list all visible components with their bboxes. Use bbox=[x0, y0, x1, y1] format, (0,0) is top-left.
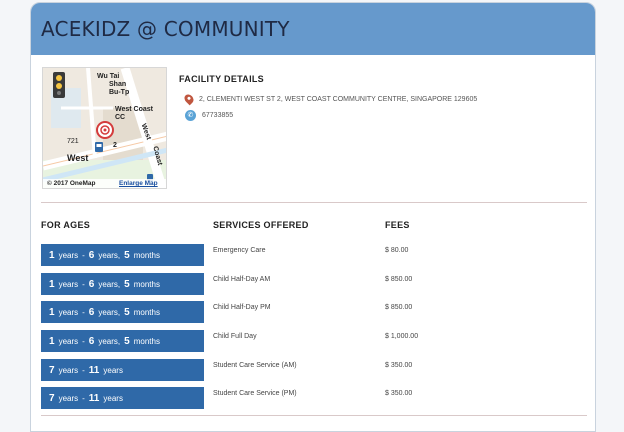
age-months-number: 5 bbox=[124, 249, 130, 261]
service-name: Student Care Service (AM) bbox=[213, 362, 297, 369]
facility-card: ACEKIDZ @ COMMUNITY Wu Tai Shan Bu-Tp We… bbox=[30, 2, 596, 432]
map-label: 721 bbox=[67, 138, 79, 145]
page-title: ACEKIDZ @ COMMUNITY bbox=[41, 17, 290, 41]
map-label: Shan bbox=[109, 81, 127, 88]
enlarge-map-link[interactable]: Enlarge Map bbox=[119, 180, 158, 188]
age-separator: - bbox=[82, 307, 85, 317]
age-from-unit: years bbox=[58, 365, 79, 375]
map-label: Wu Tai bbox=[97, 73, 120, 80]
age-months-number: 5 bbox=[124, 335, 130, 347]
age-range-button[interactable]: 1 years -6 years, 5 months bbox=[41, 330, 204, 352]
services-column-header: SERVICES OFFERED bbox=[213, 220, 309, 230]
service-name: Child Half-Day PM bbox=[213, 304, 271, 311]
age-to-number: 6 bbox=[88, 306, 95, 318]
age-to-number: 6 bbox=[88, 335, 95, 347]
age-months-unit: months bbox=[133, 250, 160, 260]
age-from-unit: years bbox=[58, 336, 79, 346]
service-fee: $ 850.00 bbox=[385, 304, 413, 311]
age-to-number: 6 bbox=[88, 249, 95, 261]
service-name: Emergency Care bbox=[213, 247, 266, 254]
age-to-unit: years, bbox=[98, 279, 121, 289]
age-months-number: 5 bbox=[124, 278, 130, 290]
map-label: Bu-Tp bbox=[109, 89, 130, 96]
map-copyright: © 2017 OneMap bbox=[47, 180, 96, 187]
age-to-number: 11 bbox=[88, 392, 100, 404]
age-to-unit: years, bbox=[98, 250, 121, 260]
age-from-number: 1 bbox=[49, 249, 55, 261]
map-label: CC bbox=[115, 114, 126, 121]
age-range-button[interactable]: 7 years -11 years bbox=[41, 387, 204, 409]
facility-details-heading: FACILITY DETAILS bbox=[179, 74, 264, 84]
service-fee: $ 1,000.00 bbox=[385, 333, 419, 340]
age-months-unit: months bbox=[133, 336, 160, 346]
age-months-number: 5 bbox=[124, 306, 130, 318]
age-to-unit: years bbox=[103, 365, 123, 375]
age-from-number: 1 bbox=[49, 278, 55, 290]
phone-icon: ✆ bbox=[185, 110, 196, 121]
address-row: 2, CLEMENTI WEST ST 2, WEST COAST COMMUN… bbox=[182, 92, 478, 106]
service-fee: $ 850.00 bbox=[385, 276, 413, 283]
traffic-light-icon bbox=[53, 72, 65, 98]
service-fee: $ 350.00 bbox=[385, 390, 413, 397]
service-fee: $ 80.00 bbox=[385, 247, 409, 254]
age-range-button[interactable]: 1 years -6 years, 5 months bbox=[41, 244, 204, 266]
age-separator: - bbox=[82, 393, 85, 403]
age-to-unit: years, bbox=[98, 336, 121, 346]
age-to-unit: years bbox=[103, 393, 123, 403]
ages-column-header: FOR AGES bbox=[41, 220, 91, 230]
age-separator: - bbox=[82, 336, 85, 346]
age-from-number: 1 bbox=[49, 335, 55, 347]
section-divider bbox=[41, 202, 587, 203]
age-from-unit: years bbox=[58, 250, 79, 260]
age-from-number: 7 bbox=[49, 392, 55, 404]
service-name: Child Half-Day AM bbox=[213, 276, 271, 283]
location-pin-icon bbox=[182, 92, 196, 106]
map-label: 2 bbox=[113, 142, 117, 149]
age-range-button[interactable]: 7 years -11 years bbox=[41, 359, 204, 381]
service-fee: $ 350.00 bbox=[385, 362, 413, 369]
service-name: Child Full Day bbox=[213, 333, 257, 340]
age-from-unit: years bbox=[58, 307, 79, 317]
facility-phone[interactable]: 67733855 bbox=[202, 112, 233, 119]
age-to-unit: years, bbox=[98, 307, 121, 317]
age-from-unit: years bbox=[58, 393, 79, 403]
age-to-number: 11 bbox=[88, 364, 100, 376]
facility-address: 2, CLEMENTI WEST ST 2, WEST COAST COMMUN… bbox=[199, 95, 478, 103]
service-name: Student Care Service (PM) bbox=[213, 390, 297, 397]
age-months-unit: months bbox=[133, 307, 160, 317]
age-separator: - bbox=[82, 365, 85, 375]
age-to-number: 6 bbox=[88, 278, 95, 290]
age-range-button[interactable]: 1 years -6 years, 5 months bbox=[41, 301, 204, 323]
target-marker-icon bbox=[96, 121, 114, 139]
phone-row: ✆ 67733855 bbox=[185, 110, 233, 121]
location-map[interactable]: Wu Tai Shan Bu-Tp West Coast CC West Coa… bbox=[42, 67, 167, 189]
age-separator: - bbox=[82, 279, 85, 289]
age-months-unit: months bbox=[133, 279, 160, 289]
facility-header: ACEKIDZ @ COMMUNITY bbox=[31, 3, 595, 55]
age-from-unit: years bbox=[58, 279, 79, 289]
age-from-number: 1 bbox=[49, 306, 55, 318]
bus-stop-icon bbox=[95, 142, 103, 152]
age-range-button[interactable]: 1 years -6 years, 5 months bbox=[41, 273, 204, 295]
map-label: West Coast bbox=[115, 106, 153, 113]
age-separator: - bbox=[82, 250, 85, 260]
age-from-number: 7 bbox=[49, 364, 55, 376]
fees-column-header: FEES bbox=[385, 220, 410, 230]
map-label: West bbox=[67, 153, 89, 163]
